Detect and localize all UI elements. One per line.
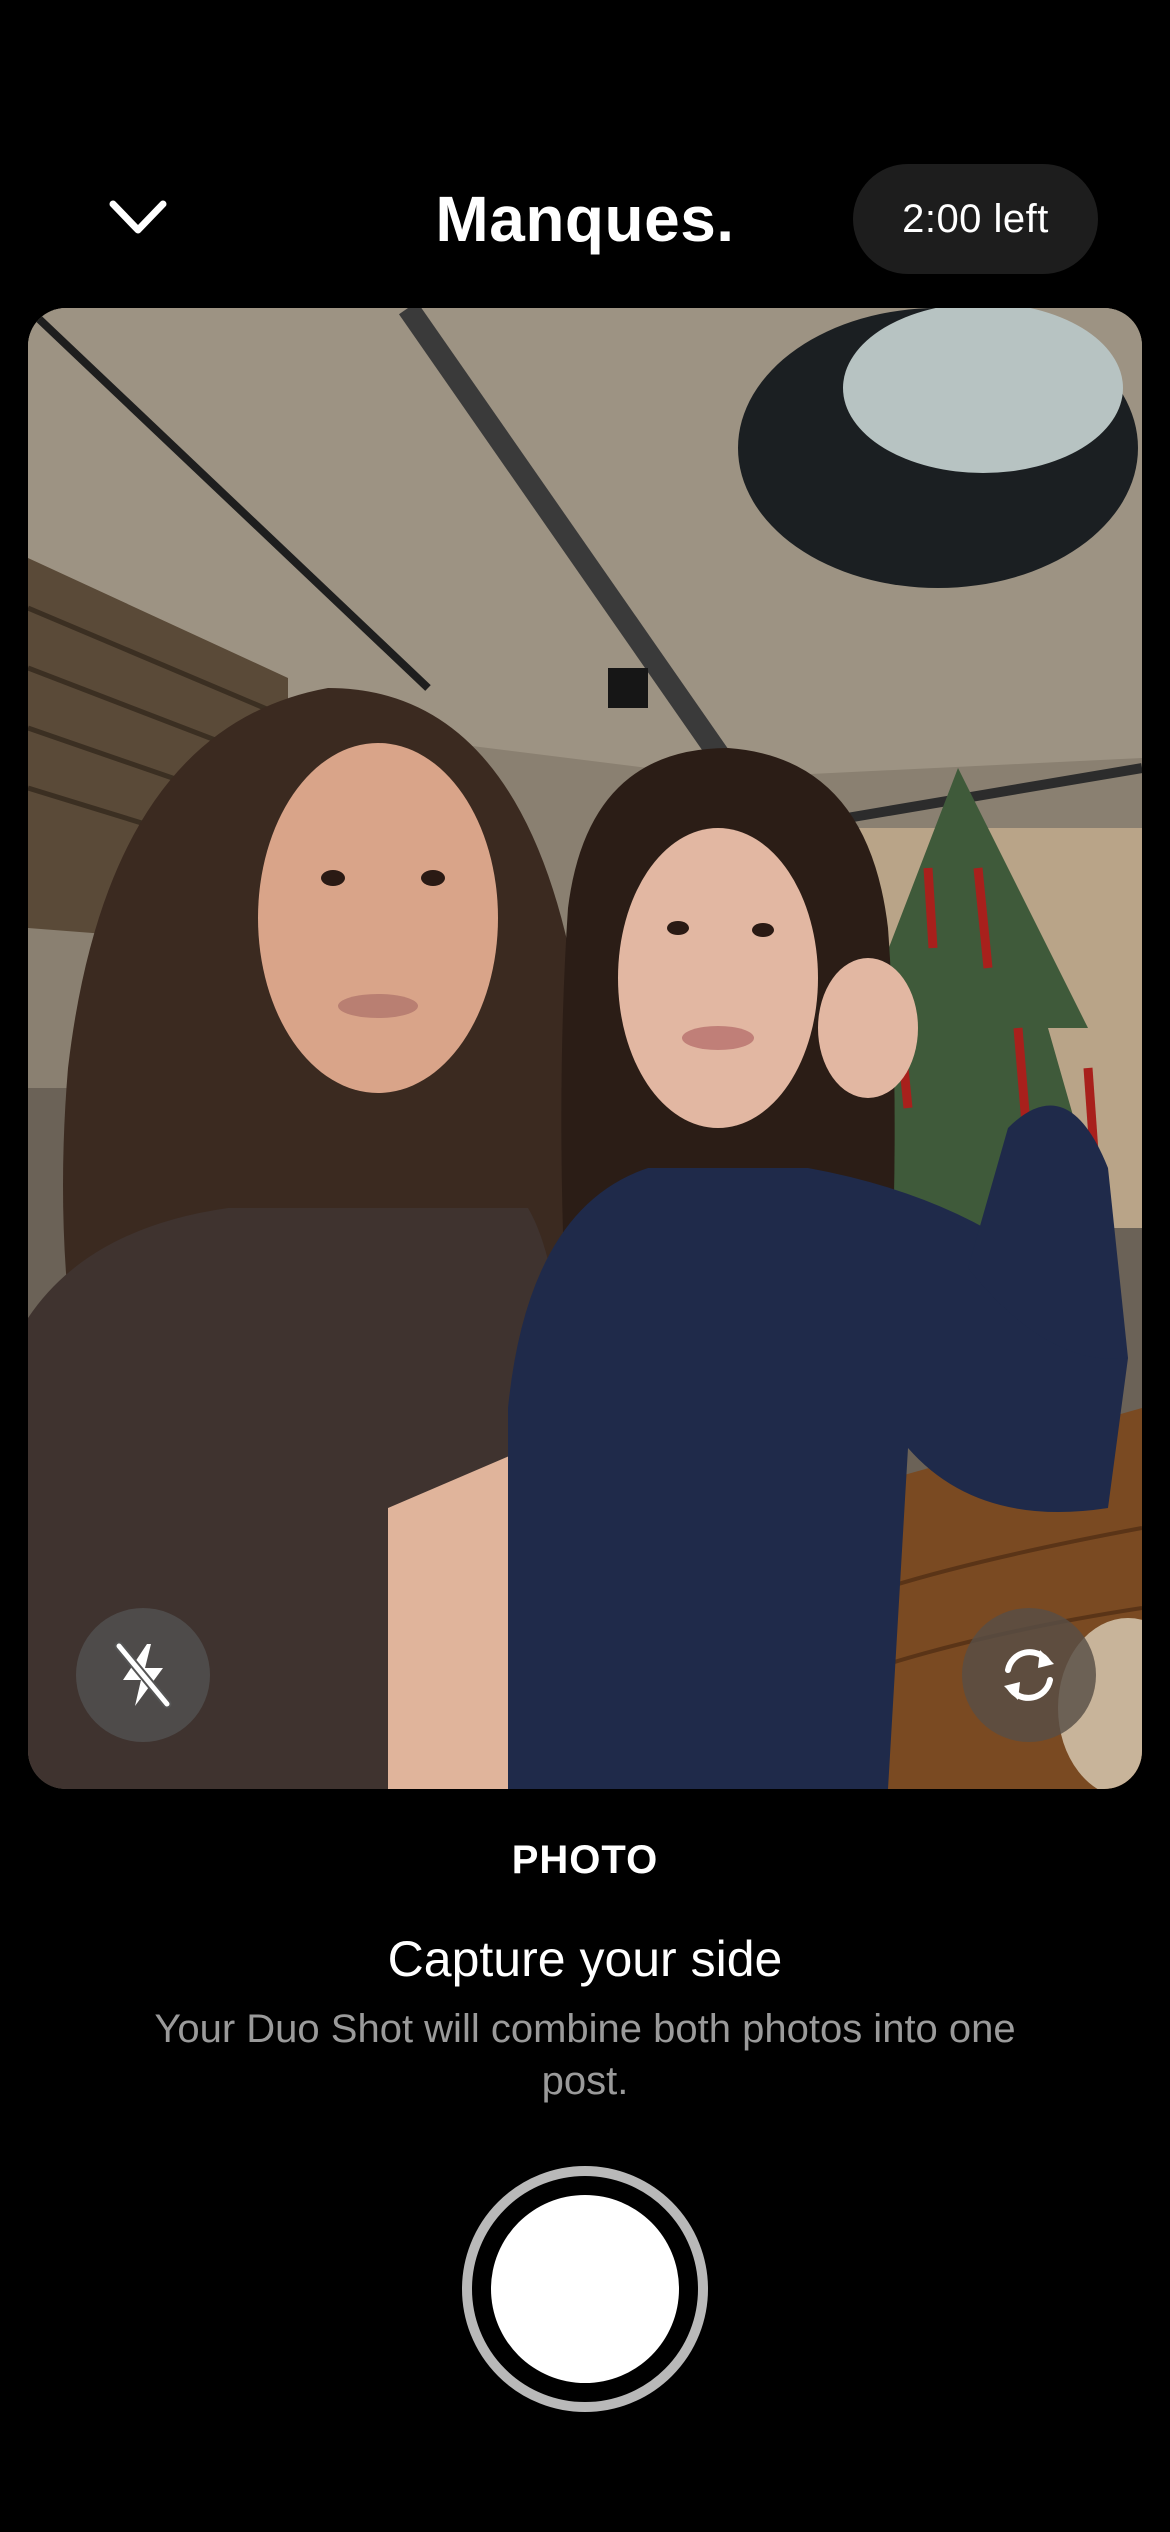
mode-label[interactable]: PHOTO (0, 1838, 1170, 1883)
camera-preview-image (28, 308, 1142, 1789)
prompt-subtext: Your Duo Shot will combine both photos i… (154, 2007, 1016, 2103)
flip-camera-button[interactable] (962, 1608, 1096, 1742)
shutter-button[interactable] (462, 2166, 708, 2412)
camera-viewfinder[interactable] (28, 308, 1142, 1789)
flash-button[interactable] (76, 1608, 210, 1742)
camera-flip-icon (1004, 1649, 1054, 1701)
time-left-badge: 2:00 left (853, 164, 1098, 274)
header: Manques. 2:00 left (0, 150, 1170, 286)
prompt-heading: Capture your side (387, 1931, 783, 1987)
flash-off-icon (114, 1641, 172, 1709)
duo-shot-camera-screen: Manques. 2:00 left PHOTO Capture your si… (0, 0, 1170, 2532)
shutter-inner (491, 2195, 679, 2383)
